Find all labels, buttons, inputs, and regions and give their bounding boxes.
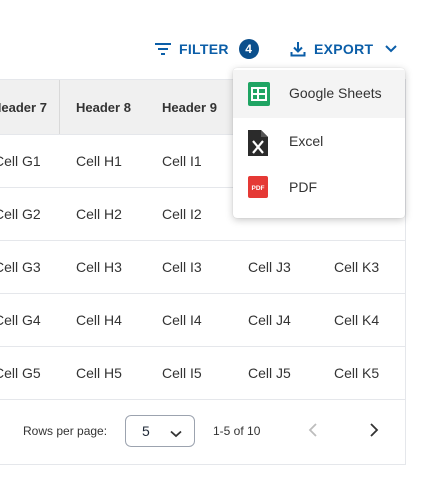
table-cell: Cell G5 bbox=[0, 365, 41, 381]
menu-item-label: Excel bbox=[289, 133, 324, 149]
chevron-down-icon bbox=[170, 425, 182, 441]
next-page-button[interactable] bbox=[369, 423, 379, 442]
export-excel-item[interactable]: Excel bbox=[233, 118, 405, 166]
header-8[interactable]: Header 8 bbox=[76, 100, 131, 115]
rows-per-page-value: 5 bbox=[142, 423, 150, 439]
table-cell: Cell H2 bbox=[76, 206, 122, 222]
table-cell: Cell G3 bbox=[0, 259, 41, 275]
table-cell: Cell H3 bbox=[76, 259, 122, 275]
pagination-range: 1-5 of 10 bbox=[213, 424, 261, 438]
export-button[interactable]: EXPORT bbox=[290, 36, 398, 62]
filter-icon bbox=[155, 42, 171, 56]
export-pdf-item[interactable]: PDF PDF bbox=[233, 164, 405, 212]
table-cell: Cell H1 bbox=[76, 153, 122, 169]
filter-button[interactable]: FILTER 4 bbox=[155, 36, 259, 62]
pagination-bar: Rows per page: 5 1-5 of 10 bbox=[0, 399, 405, 464]
chevron-down-icon bbox=[385, 45, 398, 53]
pdf-icon: PDF bbox=[248, 176, 268, 201]
table-cell: Cell I5 bbox=[162, 365, 202, 381]
table-cell: Cell I2 bbox=[162, 206, 202, 222]
header-7[interactable]: Header 7 bbox=[0, 100, 47, 115]
table-cell: Cell G2 bbox=[0, 206, 41, 222]
export-google-sheets-item[interactable]: Google Sheets bbox=[233, 70, 405, 118]
table-cell: Cell G4 bbox=[0, 312, 41, 328]
google-sheets-icon bbox=[248, 82, 270, 109]
table-cell: Cell H5 bbox=[76, 365, 122, 381]
download-icon bbox=[290, 41, 306, 57]
table-row[interactable]: Cell G3 Cell H3 Cell I3 Cell J3 Cell K3 bbox=[0, 240, 405, 293]
previous-page-button[interactable] bbox=[308, 423, 318, 442]
export-label: EXPORT bbox=[314, 41, 374, 57]
table-row[interactable]: Cell G5 Cell H5 Cell I5 Cell J5 Cell K5 bbox=[0, 346, 405, 399]
table-cell: Cell J5 bbox=[248, 365, 291, 381]
rows-per-page-label: Rows per page: bbox=[23, 424, 108, 438]
menu-item-label: Google Sheets bbox=[289, 85, 382, 101]
export-menu: Google Sheets Excel PDF PDF bbox=[233, 68, 405, 218]
table-cell: Cell G1 bbox=[0, 153, 41, 169]
table-cell: Cell I1 bbox=[162, 153, 202, 169]
column-divider[interactable] bbox=[59, 80, 60, 134]
pdf-badge-text: PDF bbox=[252, 185, 265, 192]
table-cell: Cell K4 bbox=[334, 312, 380, 328]
table-cell: Cell H4 bbox=[76, 312, 122, 328]
table-cell: Cell K3 bbox=[334, 259, 380, 275]
header-9[interactable]: Header 9 bbox=[162, 100, 217, 115]
filter-label: FILTER bbox=[179, 41, 229, 57]
excel-icon bbox=[248, 130, 268, 159]
table-cell: Cell K5 bbox=[334, 365, 380, 381]
table-cell: Cell I3 bbox=[162, 259, 202, 275]
table-cell: Cell I4 bbox=[162, 312, 202, 328]
table-row[interactable]: Cell G4 Cell H4 Cell I4 Cell J4 Cell K4 bbox=[0, 293, 405, 346]
filter-count-badge: 4 bbox=[238, 39, 259, 59]
table-cell: Cell J4 bbox=[248, 312, 291, 328]
rows-per-page-select[interactable]: 5 bbox=[125, 415, 195, 447]
menu-item-label: PDF bbox=[289, 179, 317, 195]
table-cell: Cell J3 bbox=[248, 259, 291, 275]
